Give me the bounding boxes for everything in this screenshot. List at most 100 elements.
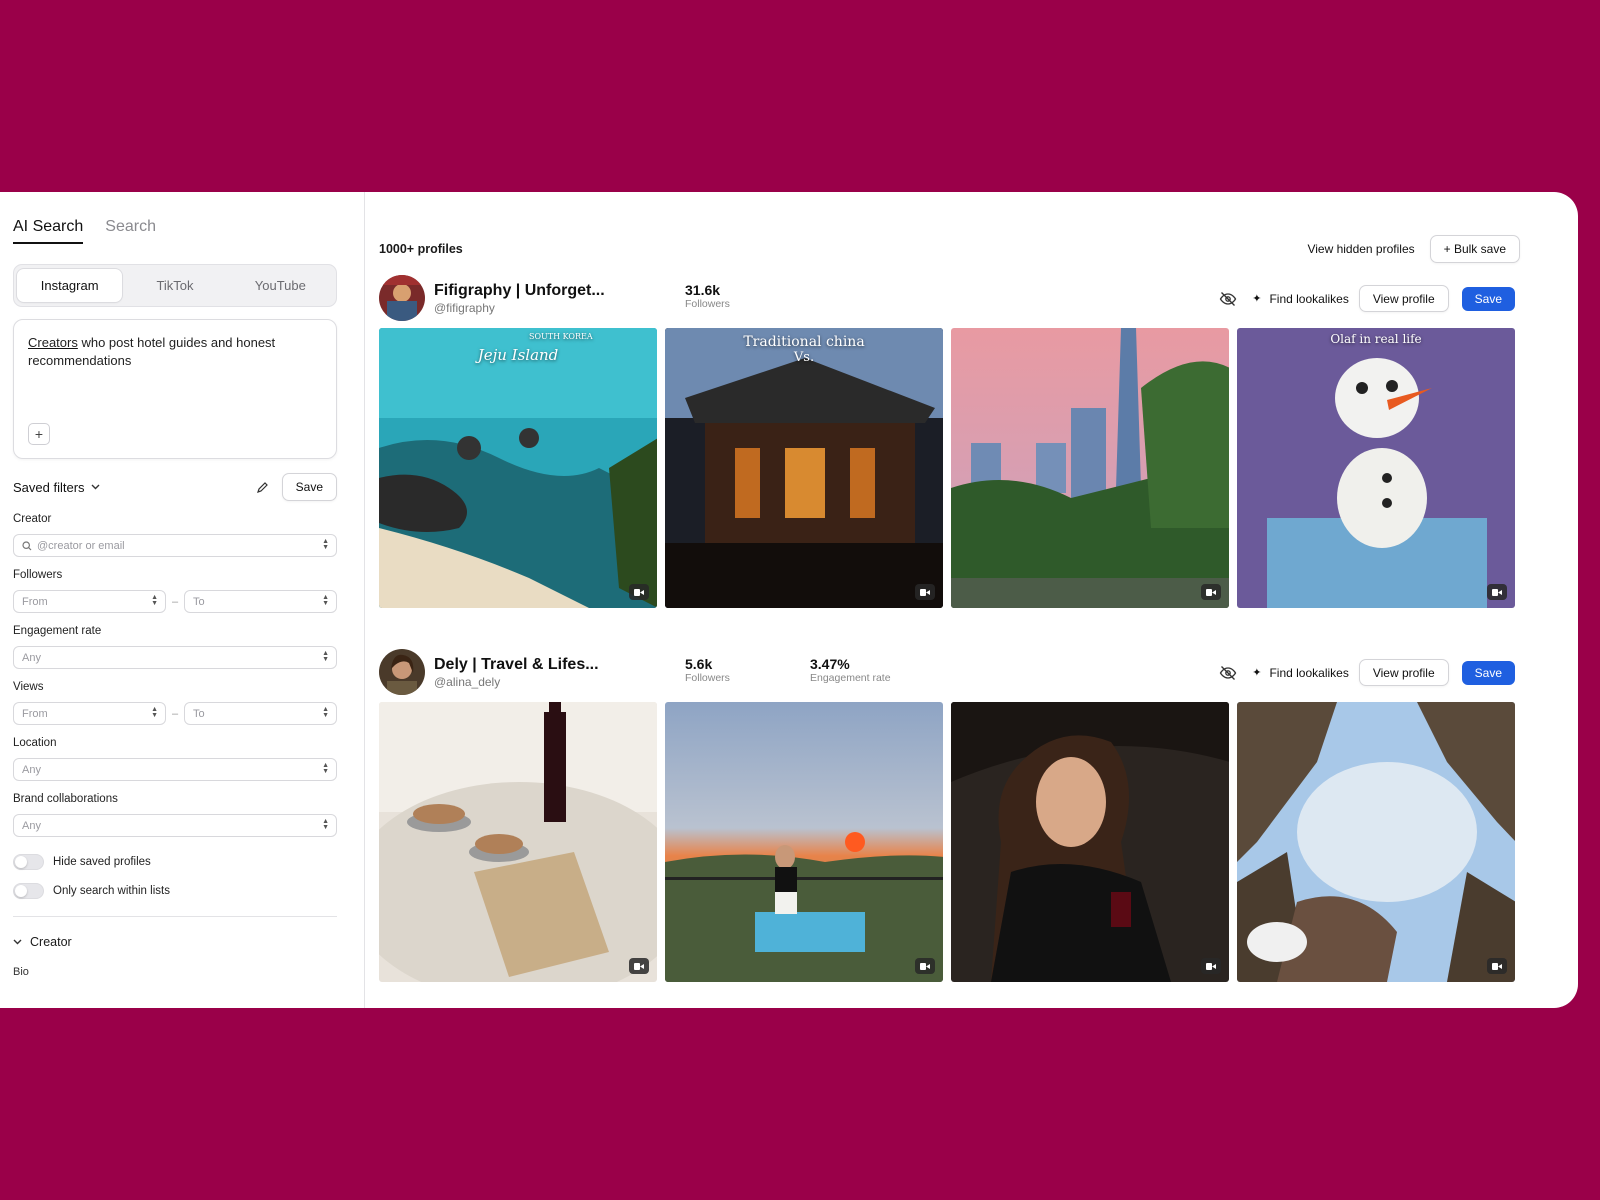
engagement-label: Engagement rate xyxy=(810,672,891,684)
post-thumbnail[interactable] xyxy=(951,702,1229,982)
from-placeholder: From xyxy=(22,707,48,720)
hide-profile-icon[interactable] xyxy=(1218,663,1238,683)
up-down-icon: ▲ ▼ xyxy=(151,594,158,607)
video-icon xyxy=(1201,584,1221,600)
find-lookalikes-label: Find lookalikes xyxy=(1269,665,1349,680)
post-thumbnail[interactable] xyxy=(1237,702,1515,982)
profile-actions: ✦ Find lookalikes View profile Save xyxy=(1218,285,1515,312)
save-filters-button[interactable]: Save xyxy=(281,473,337,501)
up-down-icon: ▲ ▼ xyxy=(322,594,329,607)
avatar[interactable] xyxy=(379,275,425,321)
only-lists-toggle[interactable] xyxy=(13,883,44,899)
view-hidden-profiles-link[interactable]: View hidden profiles xyxy=(1307,242,1414,256)
brand-select[interactable]: Any ▲ ▼ xyxy=(13,814,337,837)
any-placeholder: Any xyxy=(22,819,41,832)
divider xyxy=(13,916,337,917)
platform-tiktok[interactable]: TikTok xyxy=(122,269,227,302)
tab-search[interactable]: Search xyxy=(105,218,156,244)
followers-stat: 5.6k Followers xyxy=(685,656,730,684)
range-dash: – xyxy=(172,595,179,608)
post-thumbnail[interactable]: Traditional china Vs. xyxy=(665,328,943,608)
find-lookalikes-button[interactable]: ✦ Find lookalikes xyxy=(1252,292,1349,306)
post-thumbnail[interactable]: Olaf in real life xyxy=(1237,328,1515,608)
prompt-highlight: Creators xyxy=(28,335,78,350)
saved-filters-row: Saved filters Save xyxy=(13,473,337,501)
brand-filter-label: Brand collaborations xyxy=(13,793,118,805)
followers-stat: 31.6k Followers xyxy=(685,282,730,310)
post-thumbnail[interactable] xyxy=(665,702,943,982)
post-caption: Traditional china xyxy=(743,334,865,350)
profile-card: Fifigraphy | Unforget... @fifigraphy 31.… xyxy=(379,274,1515,608)
views-from-select[interactable]: From ▲ ▼ xyxy=(13,702,166,725)
video-icon xyxy=(1201,958,1221,974)
creator-section-header[interactable]: Creator xyxy=(13,935,337,949)
profile-actions: ✦ Find lookalikes View profile Save xyxy=(1218,659,1515,686)
post-caption: Vs. xyxy=(793,350,815,365)
saved-filters-dropdown[interactable]: Saved filters xyxy=(13,480,100,495)
post-caption: Jeju Island xyxy=(477,346,559,364)
creator-filter-label: Creator xyxy=(13,513,52,525)
add-attachment-button[interactable]: + xyxy=(28,423,50,445)
engagement-value: 3.47% xyxy=(810,656,850,672)
creator-search-input[interactable]: @creator or email ▲ ▼ xyxy=(13,534,337,557)
profile-card: Dely | Travel & Lifes... @alina_dely 5.6… xyxy=(379,648,1515,982)
views-to-select[interactable]: To ▲ ▼ xyxy=(184,702,337,725)
engagement-select[interactable]: Any ▲ ▼ xyxy=(13,646,337,669)
followers-from-select[interactable]: From ▲ ▼ xyxy=(13,590,166,613)
followers-filter-label: Followers xyxy=(13,569,63,581)
post-caption: SOUTH KOREA xyxy=(529,332,593,341)
followers-to-select[interactable]: To ▲ ▼ xyxy=(184,590,337,613)
to-placeholder: To xyxy=(193,707,205,720)
hide-saved-toggle[interactable] xyxy=(13,854,44,870)
save-profile-button[interactable]: Save xyxy=(1461,286,1515,311)
location-filter-label: Location xyxy=(13,737,57,749)
view-profile-button[interactable]: View profile xyxy=(1358,285,1449,312)
up-down-icon: ▲ ▼ xyxy=(151,706,158,719)
bio-label: Bio xyxy=(13,966,29,978)
chevron-down-icon xyxy=(13,937,22,947)
profile-header: Fifigraphy | Unforget... @fifigraphy 31.… xyxy=(379,274,1515,322)
search-mode-tabs: AI Search Search xyxy=(13,218,337,244)
tab-ai-search[interactable]: AI Search xyxy=(13,218,84,244)
avatar[interactable] xyxy=(379,649,425,695)
platform-instagram[interactable]: Instagram xyxy=(17,269,123,302)
hide-profile-icon[interactable] xyxy=(1218,289,1238,309)
post-thumbnails: Jeju Island SOUTH KOREA Traditional chin… xyxy=(379,328,1515,608)
chevron-down-icon xyxy=(91,482,100,492)
video-icon xyxy=(915,584,935,600)
post-thumbnail[interactable] xyxy=(951,328,1229,608)
profile-name[interactable]: Dely | Travel & Lifes... xyxy=(434,656,664,674)
from-placeholder: From xyxy=(22,595,48,608)
followers-label: Followers xyxy=(685,672,730,684)
up-down-icon: ▲ ▼ xyxy=(322,706,329,719)
pencil-icon[interactable] xyxy=(256,480,270,494)
post-thumbnail[interactable] xyxy=(379,702,657,982)
profile-header: Dely | Travel & Lifes... @alina_dely 5.6… xyxy=(379,648,1515,696)
platform-youtube[interactable]: YouTube xyxy=(228,269,333,302)
any-placeholder: Any xyxy=(22,651,41,664)
video-icon xyxy=(1487,584,1507,600)
location-select[interactable]: Any ▲ ▼ xyxy=(13,758,337,781)
ai-prompt-input[interactable]: Creators who post hotel guides and hones… xyxy=(13,319,337,459)
profile-name[interactable]: Fifigraphy | Unforget... xyxy=(434,282,664,300)
bulk-save-button[interactable]: + Bulk save xyxy=(1429,235,1520,263)
up-down-icon: ▲ ▼ xyxy=(322,818,329,831)
prompt-text: Creators who post hotel guides and hones… xyxy=(28,334,322,370)
sparkle-icon: ✦ xyxy=(1252,293,1262,305)
views-range: From ▲ ▼ – To ▲ ▼ xyxy=(13,702,337,725)
up-down-icon: ▲ ▼ xyxy=(322,762,329,775)
creator-placeholder: @creator or email xyxy=(37,539,125,552)
followers-value: 5.6k xyxy=(685,656,713,672)
profile-name-block: Fifigraphy | Unforget... @fifigraphy xyxy=(434,282,664,315)
range-dash: – xyxy=(172,707,179,720)
engagement-stat: 3.47% Engagement rate xyxy=(810,656,891,684)
any-placeholder: Any xyxy=(22,763,41,776)
save-profile-button[interactable]: Save xyxy=(1461,660,1515,685)
profile-handle: @fifigraphy xyxy=(434,300,495,315)
view-profile-button[interactable]: View profile xyxy=(1358,659,1449,686)
profile-handle: @alina_dely xyxy=(434,674,501,689)
find-lookalikes-button[interactable]: ✦ Find lookalikes xyxy=(1252,666,1349,680)
views-filter-label: Views xyxy=(13,681,44,693)
filter-sidebar: AI Search Search Instagram TikTok YouTub… xyxy=(0,192,365,1008)
post-thumbnail[interactable]: Jeju Island SOUTH KOREA xyxy=(379,328,657,608)
